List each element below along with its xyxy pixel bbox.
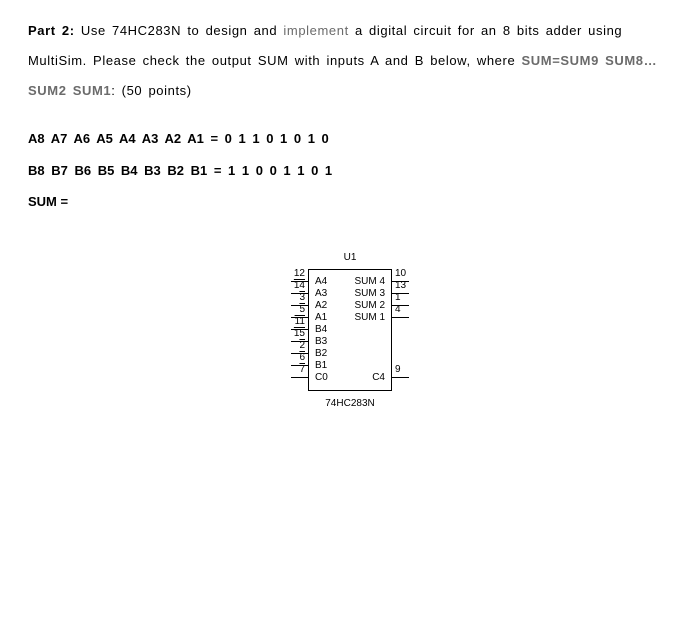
pin-label-left: A2: [309, 301, 327, 311]
pin-label-left: B1: [309, 361, 327, 371]
pin-number-left: 7: [285, 365, 305, 375]
chip-row: 2B2: [309, 348, 391, 360]
chip-model: 74HC283N: [260, 399, 440, 409]
inputs-block: A8 A7 A6 A5 A4 A3 A2 A1 = 0 1 1 0 1 0 1 …: [28, 124, 672, 218]
pin-label-right: SUM 3: [354, 289, 391, 299]
chip-row: 3A2SUM 21: [309, 300, 391, 312]
pin-number-right: 4: [395, 305, 415, 315]
pin-number-left: 6: [285, 353, 305, 363]
problem-line-1: Part 2: Use 74HC283N to design and imple…: [28, 16, 672, 46]
pin-label-left: A3: [309, 289, 327, 299]
pin-number-left: 5: [285, 305, 305, 315]
part-label: Part 2:: [28, 23, 75, 38]
sum-gray-bold: SUM=SUM9 SUM8…: [522, 53, 658, 68]
pin-label-left: C0: [309, 373, 328, 383]
problem-line-3: SUM2 SUM1: (50 points): [28, 76, 672, 106]
pin-label-left: B2: [309, 349, 327, 359]
sum2-sum1: SUM2 SUM1: [28, 83, 111, 98]
chip-row: 14A3SUM 313: [309, 288, 391, 300]
input-b-line: B8 B7 B6 B5 B4 B3 B2 B1 = 1 1 0 0 1 1 0 …: [28, 156, 672, 186]
pin-number-left: 2: [285, 341, 305, 351]
pin-label-left: A4: [309, 277, 327, 287]
pin-number-left: 15: [285, 329, 305, 339]
pin-number-left: 12: [285, 269, 305, 279]
chip-row: 6B1: [309, 360, 391, 372]
text: MultiSim. Please check the output SUM wi…: [28, 53, 522, 68]
pin-number-right: 9: [395, 365, 415, 375]
pin-label-left: B3: [309, 337, 327, 347]
implement-highlight: implement: [283, 23, 348, 38]
pin-label-right: C4: [372, 373, 391, 383]
chip-body: 12A4SUM 41014A3SUM 3133A2SUM 215A1SUM 14…: [308, 269, 392, 391]
pin-line-left: [291, 377, 309, 378]
pin-number-right: 1: [395, 293, 415, 303]
pin-line-right: [391, 377, 409, 378]
pin-number-left: 14: [285, 281, 305, 291]
chip-row: 15B3: [309, 336, 391, 348]
pin-label-left: B4: [309, 325, 327, 335]
chip-row: 5A1SUM 14: [309, 312, 391, 324]
chip-row: 7C0C49: [309, 372, 391, 384]
sum-line: SUM =: [28, 187, 672, 217]
problem-line-2: MultiSim. Please check the output SUM wi…: [28, 46, 672, 76]
text: Use 74HC283N to design and: [75, 23, 284, 38]
pin-number-right: 10: [395, 269, 415, 279]
text: a digital circuit for an 8 bits adder us…: [349, 23, 622, 38]
chip-diagram: U1 12A4SUM 41014A3SUM 3133A2SUM 215A1SUM…: [28, 253, 672, 409]
text: : (50 points): [111, 83, 191, 98]
pin-label-right: SUM 2: [354, 301, 391, 311]
pin-label-right: SUM 1: [354, 313, 391, 323]
pin-line-right: [391, 317, 409, 318]
pin-label-left: A1: [309, 313, 327, 323]
chip-row: 11B4: [309, 324, 391, 336]
chip-row: 12A4SUM 410: [309, 276, 391, 288]
pin-label-right: SUM 4: [354, 277, 391, 287]
pin-number-right: 13: [395, 281, 415, 291]
pin-number-left: 11: [285, 317, 305, 327]
pin-number-left: 3: [285, 293, 305, 303]
problem-text: Part 2: Use 74HC283N to design and imple…: [28, 16, 672, 106]
chip-ref: U1: [260, 253, 440, 263]
input-a-line: A8 A7 A6 A5 A4 A3 A2 A1 = 0 1 1 0 1 0 1 …: [28, 124, 672, 154]
